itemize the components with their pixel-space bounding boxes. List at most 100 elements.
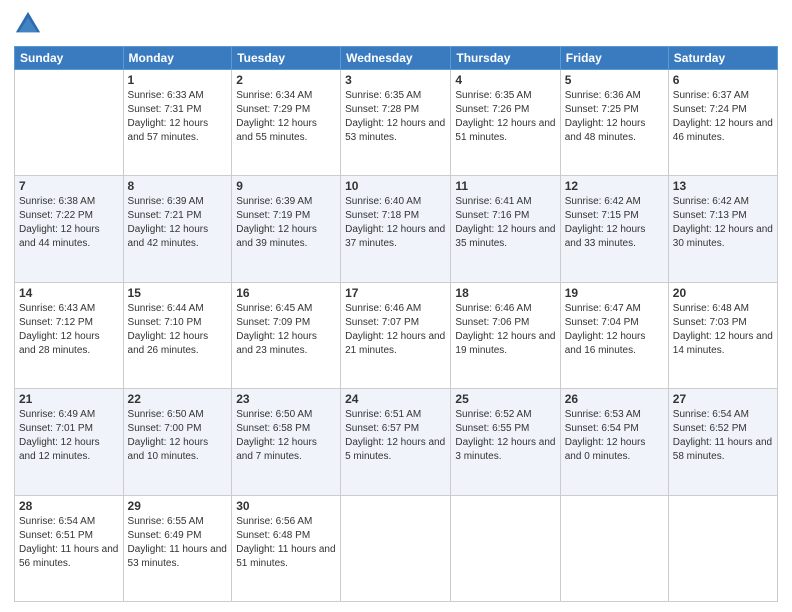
day-number: 29 — [128, 499, 228, 513]
calendar-cell: 16 Sunrise: 6:45 AMSunset: 7:09 PMDayligh… — [232, 282, 341, 388]
calendar-cell: 12Sunrise: 6:42 AMSunset: 7:15 PMDayligh… — [560, 176, 668, 282]
calendar-cell — [668, 495, 777, 601]
day-info: Sunrise: 6:52 AMSunset: 6:55 PMDaylight:… — [455, 408, 555, 464]
calendar-week-3: 14 Sunrise: 6:43 AMSunset: 7:12 PMDayligh… — [15, 282, 778, 388]
calendar-header-sunday: Sunday — [15, 47, 124, 70]
calendar-cell: 9 Sunrise: 6:39 AMSunset: 7:19 PMDaylight… — [232, 176, 341, 282]
day-info: Sunrise: 6:50 AMSunset: 6:58 PMDaylight:… — [236, 408, 336, 464]
day-info: Sunrise: 6:39 AMSunset: 7:21 PMDaylight:… — [128, 195, 228, 251]
day-number: 13 — [673, 179, 773, 193]
calendar-cell: 4 Sunrise: 6:35 AMSunset: 7:26 PMDaylight… — [451, 70, 560, 176]
calendar-cell: 24 Sunrise: 6:51 AMSunset: 6:57 PMDayligh… — [341, 389, 451, 495]
day-number: 30 — [236, 499, 336, 513]
day-info: Sunrise: 6:33 AMSunset: 7:31 PMDaylight:… — [128, 89, 228, 145]
calendar-header-monday: Monday — [123, 47, 232, 70]
day-number: 12 — [565, 179, 664, 193]
calendar-cell: 13 Sunrise: 6:42 AMSunset: 7:13 PMDayligh… — [668, 176, 777, 282]
calendar-cell: 26 Sunrise: 6:53 AMSunset: 6:54 PMDayligh… — [560, 389, 668, 495]
day-number: 9 — [236, 179, 336, 193]
calendar-header-saturday: Saturday — [668, 47, 777, 70]
day-number: 18 — [455, 286, 555, 300]
calendar-cell: 6Sunrise: 6:37 AMSunset: 7:24 PMDaylight… — [668, 70, 777, 176]
calendar-cell: 2 Sunrise: 6:34 AMSunset: 7:29 PMDaylight… — [232, 70, 341, 176]
day-info: Sunrise: 6:46 AMSunset: 7:06 PMDaylight:… — [455, 302, 555, 358]
day-number: 28 — [19, 499, 119, 513]
day-info: Sunrise: 6:44 AMSunset: 7:10 PMDaylight:… — [128, 302, 228, 358]
day-info: Sunrise: 6:36 AMSunset: 7:25 PMDaylight:… — [565, 89, 664, 145]
calendar-cell: 3Sunrise: 6:35 AMSunset: 7:28 PMDaylight… — [341, 70, 451, 176]
day-number: 17 — [345, 286, 446, 300]
calendar-cell: 22 Sunrise: 6:50 AMSunset: 7:00 PMDayligh… — [123, 389, 232, 495]
day-number: 7 — [19, 179, 119, 193]
calendar-cell: 7 Sunrise: 6:38 AMSunset: 7:22 PMDaylight… — [15, 176, 124, 282]
day-number: 1 — [128, 73, 228, 87]
day-info: Sunrise: 6:50 AMSunset: 7:00 PMDaylight:… — [128, 408, 228, 464]
calendar-cell — [15, 70, 124, 176]
calendar-cell: 21 Sunrise: 6:49 AMSunset: 7:01 PMDayligh… — [15, 389, 124, 495]
calendar-table: SundayMondayTuesdayWednesdayThursdayFrid… — [14, 46, 778, 602]
day-number: 23 — [236, 392, 336, 406]
day-info: Sunrise: 6:38 AMSunset: 7:22 PMDaylight:… — [19, 195, 119, 251]
day-info: Sunrise: 6:53 AMSunset: 6:54 PMDaylight:… — [565, 408, 664, 464]
page: SundayMondayTuesdayWednesdayThursdayFrid… — [0, 0, 792, 612]
calendar-week-1: 1 Sunrise: 6:33 AMSunset: 7:31 PMDaylight… — [15, 70, 778, 176]
calendar-header-row: SundayMondayTuesdayWednesdayThursdayFrid… — [15, 47, 778, 70]
calendar-week-5: 28Sunrise: 6:54 AMSunset: 6:51 PMDayligh… — [15, 495, 778, 601]
calendar-cell: 28Sunrise: 6:54 AMSunset: 6:51 PMDayligh… — [15, 495, 124, 601]
day-info: Sunrise: 6:35 AMSunset: 7:26 PMDaylight:… — [455, 89, 555, 145]
day-number: 4 — [455, 73, 555, 87]
day-number: 19 — [565, 286, 664, 300]
day-number: 25 — [455, 392, 555, 406]
calendar-cell: 29 Sunrise: 6:55 AMSunset: 6:49 PMDayligh… — [123, 495, 232, 601]
day-info: Sunrise: 6:56 AMSunset: 6:48 PMDaylight:… — [236, 515, 336, 571]
day-number: 5 — [565, 73, 664, 87]
day-info: Sunrise: 6:48 AMSunset: 7:03 PMDaylight:… — [673, 302, 773, 358]
calendar-cell: 15 Sunrise: 6:44 AMSunset: 7:10 PMDayligh… — [123, 282, 232, 388]
day-number: 16 — [236, 286, 336, 300]
day-info: Sunrise: 6:37 AMSunset: 7:24 PMDaylight:… — [673, 89, 773, 145]
calendar-cell: 19Sunrise: 6:47 AMSunset: 7:04 PMDayligh… — [560, 282, 668, 388]
day-number: 15 — [128, 286, 228, 300]
day-info: Sunrise: 6:54 AMSunset: 6:52 PMDaylight:… — [673, 408, 773, 464]
day-info: Sunrise: 6:42 AMSunset: 7:13 PMDaylight:… — [673, 195, 773, 251]
calendar-cell: 25 Sunrise: 6:52 AMSunset: 6:55 PMDayligh… — [451, 389, 560, 495]
calendar-cell: 10 Sunrise: 6:40 AMSunset: 7:18 PMDayligh… — [341, 176, 451, 282]
calendar-cell: 23 Sunrise: 6:50 AMSunset: 6:58 PMDayligh… — [232, 389, 341, 495]
calendar-cell: 14 Sunrise: 6:43 AMSunset: 7:12 PMDayligh… — [15, 282, 124, 388]
calendar-cell — [560, 495, 668, 601]
day-info: Sunrise: 6:49 AMSunset: 7:01 PMDaylight:… — [19, 408, 119, 464]
day-info: Sunrise: 6:34 AMSunset: 7:29 PMDaylight:… — [236, 89, 336, 145]
calendar-cell: 11Sunrise: 6:41 AMSunset: 7:16 PMDayligh… — [451, 176, 560, 282]
calendar-header-wednesday: Wednesday — [341, 47, 451, 70]
day-number: 14 — [19, 286, 119, 300]
day-number: 20 — [673, 286, 773, 300]
calendar-cell — [451, 495, 560, 601]
calendar-header-tuesday: Tuesday — [232, 47, 341, 70]
day-info: Sunrise: 6:55 AMSunset: 6:49 PMDaylight:… — [128, 515, 228, 571]
calendar-week-4: 21 Sunrise: 6:49 AMSunset: 7:01 PMDayligh… — [15, 389, 778, 495]
day-number: 21 — [19, 392, 119, 406]
day-number: 22 — [128, 392, 228, 406]
day-number: 10 — [345, 179, 446, 193]
calendar-week-2: 7 Sunrise: 6:38 AMSunset: 7:22 PMDaylight… — [15, 176, 778, 282]
day-info: Sunrise: 6:39 AMSunset: 7:19 PMDaylight:… — [236, 195, 336, 251]
calendar-cell: 1 Sunrise: 6:33 AMSunset: 7:31 PMDaylight… — [123, 70, 232, 176]
day-info: Sunrise: 6:43 AMSunset: 7:12 PMDaylight:… — [19, 302, 119, 358]
day-info: Sunrise: 6:51 AMSunset: 6:57 PMDaylight:… — [345, 408, 446, 464]
day-number: 24 — [345, 392, 446, 406]
day-number: 8 — [128, 179, 228, 193]
calendar-cell: 17 Sunrise: 6:46 AMSunset: 7:07 PMDayligh… — [341, 282, 451, 388]
day-number: 26 — [565, 392, 664, 406]
day-info: Sunrise: 6:46 AMSunset: 7:07 PMDaylight:… — [345, 302, 446, 358]
logo — [14, 10, 46, 38]
calendar-header-thursday: Thursday — [451, 47, 560, 70]
day-info: Sunrise: 6:45 AMSunset: 7:09 PMDaylight:… — [236, 302, 336, 358]
day-info: Sunrise: 6:40 AMSunset: 7:18 PMDaylight:… — [345, 195, 446, 251]
day-number: 2 — [236, 73, 336, 87]
calendar-cell: 20 Sunrise: 6:48 AMSunset: 7:03 PMDayligh… — [668, 282, 777, 388]
calendar-cell: 27Sunrise: 6:54 AMSunset: 6:52 PMDayligh… — [668, 389, 777, 495]
calendar-cell: 5 Sunrise: 6:36 AMSunset: 7:25 PMDaylight… — [560, 70, 668, 176]
calendar-cell: 30 Sunrise: 6:56 AMSunset: 6:48 PMDayligh… — [232, 495, 341, 601]
calendar-cell: 8 Sunrise: 6:39 AMSunset: 7:21 PMDaylight… — [123, 176, 232, 282]
day-info: Sunrise: 6:35 AMSunset: 7:28 PMDaylight:… — [345, 89, 446, 145]
